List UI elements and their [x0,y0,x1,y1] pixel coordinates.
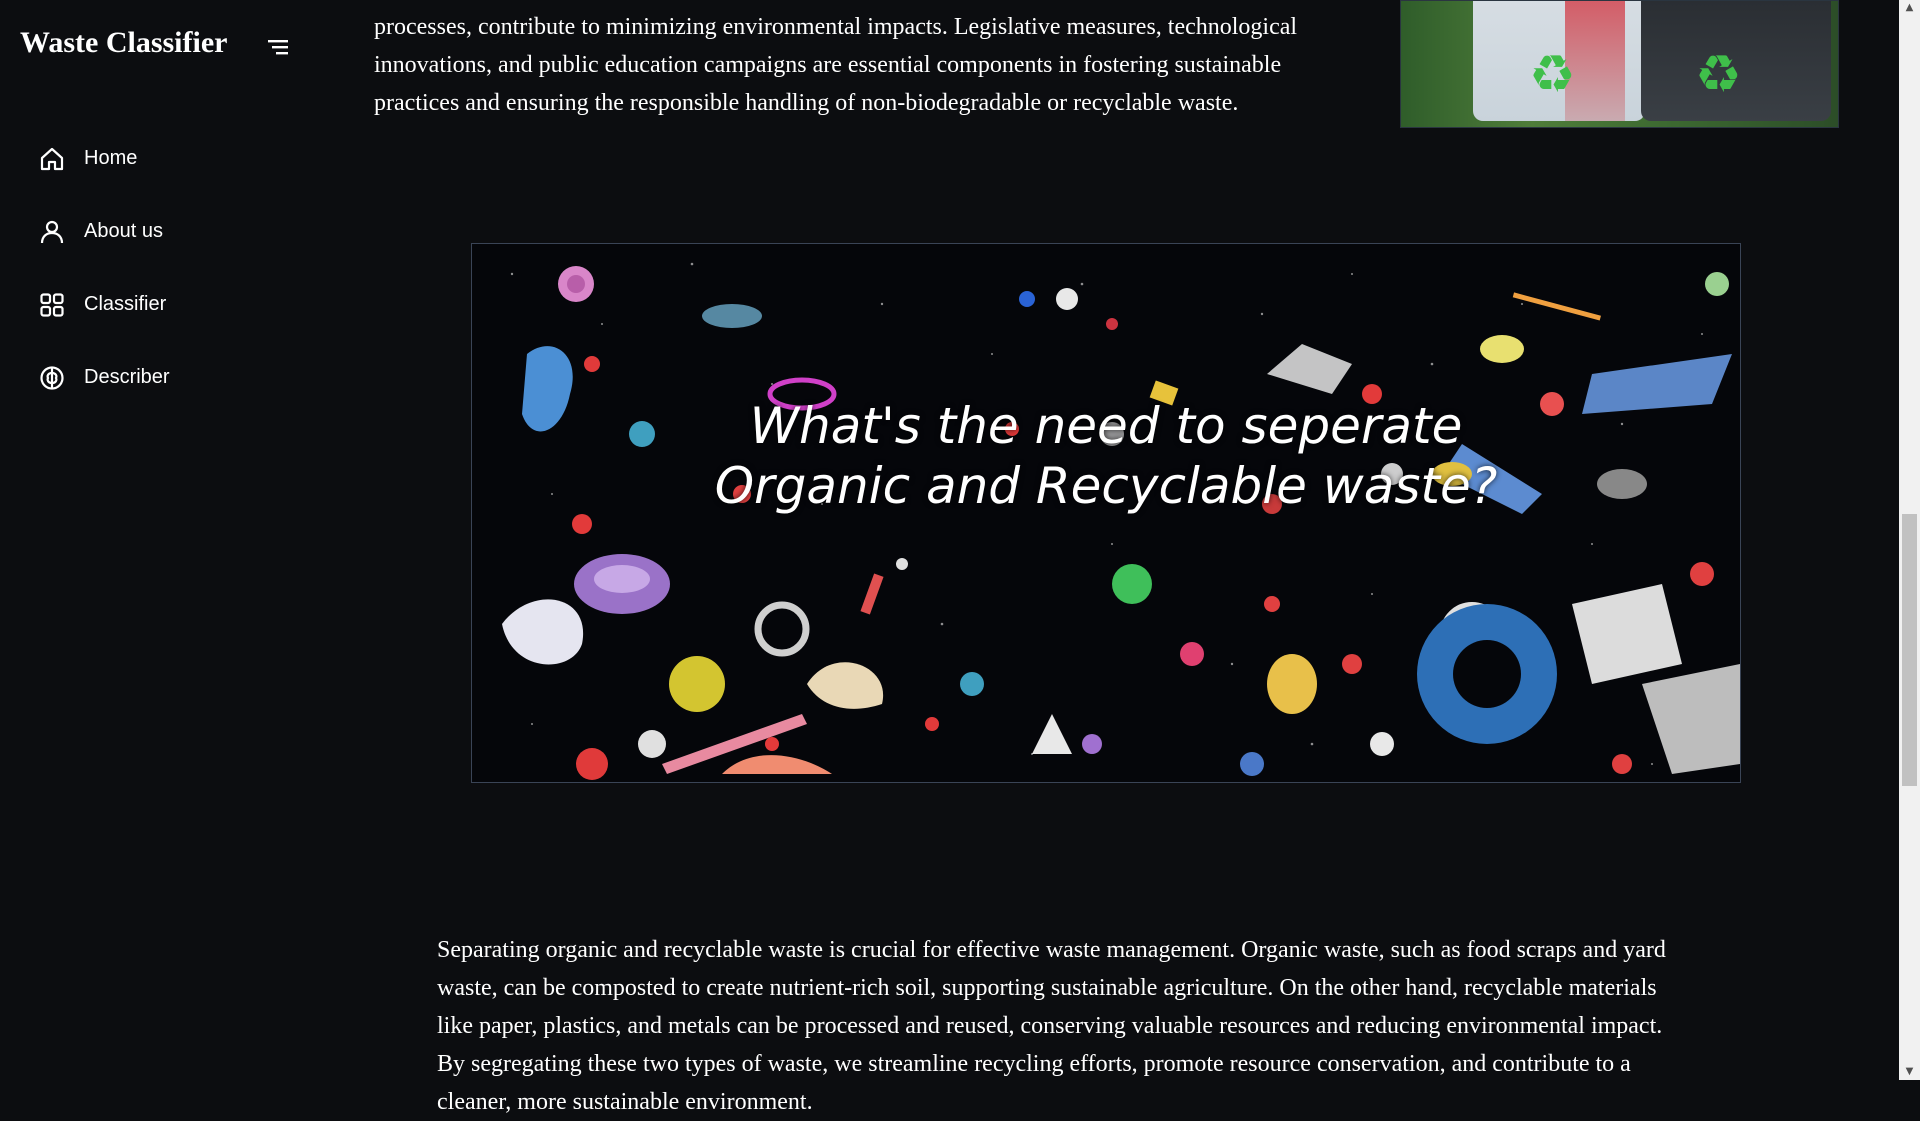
recycle-icon: ♻ [1695,45,1742,105]
scroll-thumb[interactable] [1902,514,1917,786]
sidebar-item-label: Home [84,147,138,169]
grid-icon [38,291,66,319]
sidebar-nav: Home About us Classifier Describer [38,122,170,414]
scroll-down-icon[interactable]: ▼ [1899,1064,1920,1080]
home-icon [38,145,66,173]
sidebar-item-classifier[interactable]: Classifier [38,268,170,341]
sidebar-item-label: Classifier [84,293,167,315]
hero-title-line1: What's the need to seperate [749,397,1463,455]
menu-lines-icon[interactable] [266,36,290,58]
brand-title: Waste Classifier [20,26,228,59]
sidebar-item-about[interactable]: About us [38,195,170,268]
intro-paragraph: processes, contribute to minimizing envi… [374,14,1298,116]
recycle-icon: ♻ [1529,45,1576,105]
brain-icon [38,364,66,392]
sidebar-item-label: Describer [84,366,170,388]
sidebar-item-describer[interactable]: Describer [38,341,170,414]
sidebar-item-label: About us [84,220,163,242]
sidebar-item-home[interactable]: Home [38,122,170,195]
hero-title: What's the need to seperate Organic and … [472,396,1740,516]
hero-title-line2: Organic and Recyclable waste? [714,457,1498,515]
sidebar: Waste Classifier Home About us Classifie… [0,0,330,1080]
recycling-bins-image: ♻ ♻ [1400,0,1839,128]
page-scrollbar[interactable]: ▲ ▼ [1899,0,1920,1080]
scroll-up-icon[interactable]: ▲ [1899,0,1920,16]
body-paragraph: Separating organic and recyclable waste … [437,937,1666,1115]
hero-banner: What's the need to seperate Organic and … [471,243,1741,783]
user-icon [38,218,66,246]
